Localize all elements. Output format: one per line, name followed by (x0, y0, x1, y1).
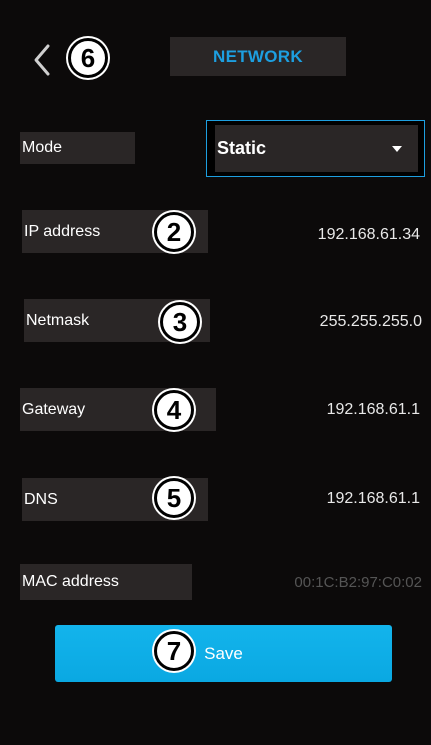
callout-badge-2: 2 (154, 212, 194, 252)
mac-address-label: MAC address (20, 564, 192, 600)
caret-down-icon (392, 145, 402, 152)
mode-label: Mode (20, 132, 135, 164)
network-settings-screen: 6 NETWORK Mode Static IP address 2 192.1… (0, 0, 431, 745)
callout-badge-4: 4 (154, 390, 194, 430)
mode-selected-value: Static (217, 138, 267, 158)
callout-badge-3: 3 (160, 302, 200, 342)
dns-value[interactable]: 192.168.61.1 (230, 490, 420, 508)
save-button[interactable]: Save (55, 625, 392, 682)
mode-select[interactable]: Static (206, 120, 425, 177)
save-button-label: Save (204, 643, 243, 663)
back-button[interactable] (30, 40, 54, 80)
callout-badge-7: 7 (154, 631, 194, 671)
ip-address-value[interactable]: 192.168.61.34 (230, 226, 420, 244)
netmask-value[interactable]: 255.255.255.0 (230, 313, 422, 331)
callout-badge-5: 5 (154, 478, 194, 518)
callout-badge-6: 6 (68, 38, 108, 78)
mac-address-value: 00:1C:B2:97:C0:02 (294, 574, 422, 591)
gateway-value[interactable]: 192.168.61.1 (230, 401, 420, 419)
page-title: NETWORK (170, 37, 346, 76)
chevron-left-icon (34, 44, 50, 76)
